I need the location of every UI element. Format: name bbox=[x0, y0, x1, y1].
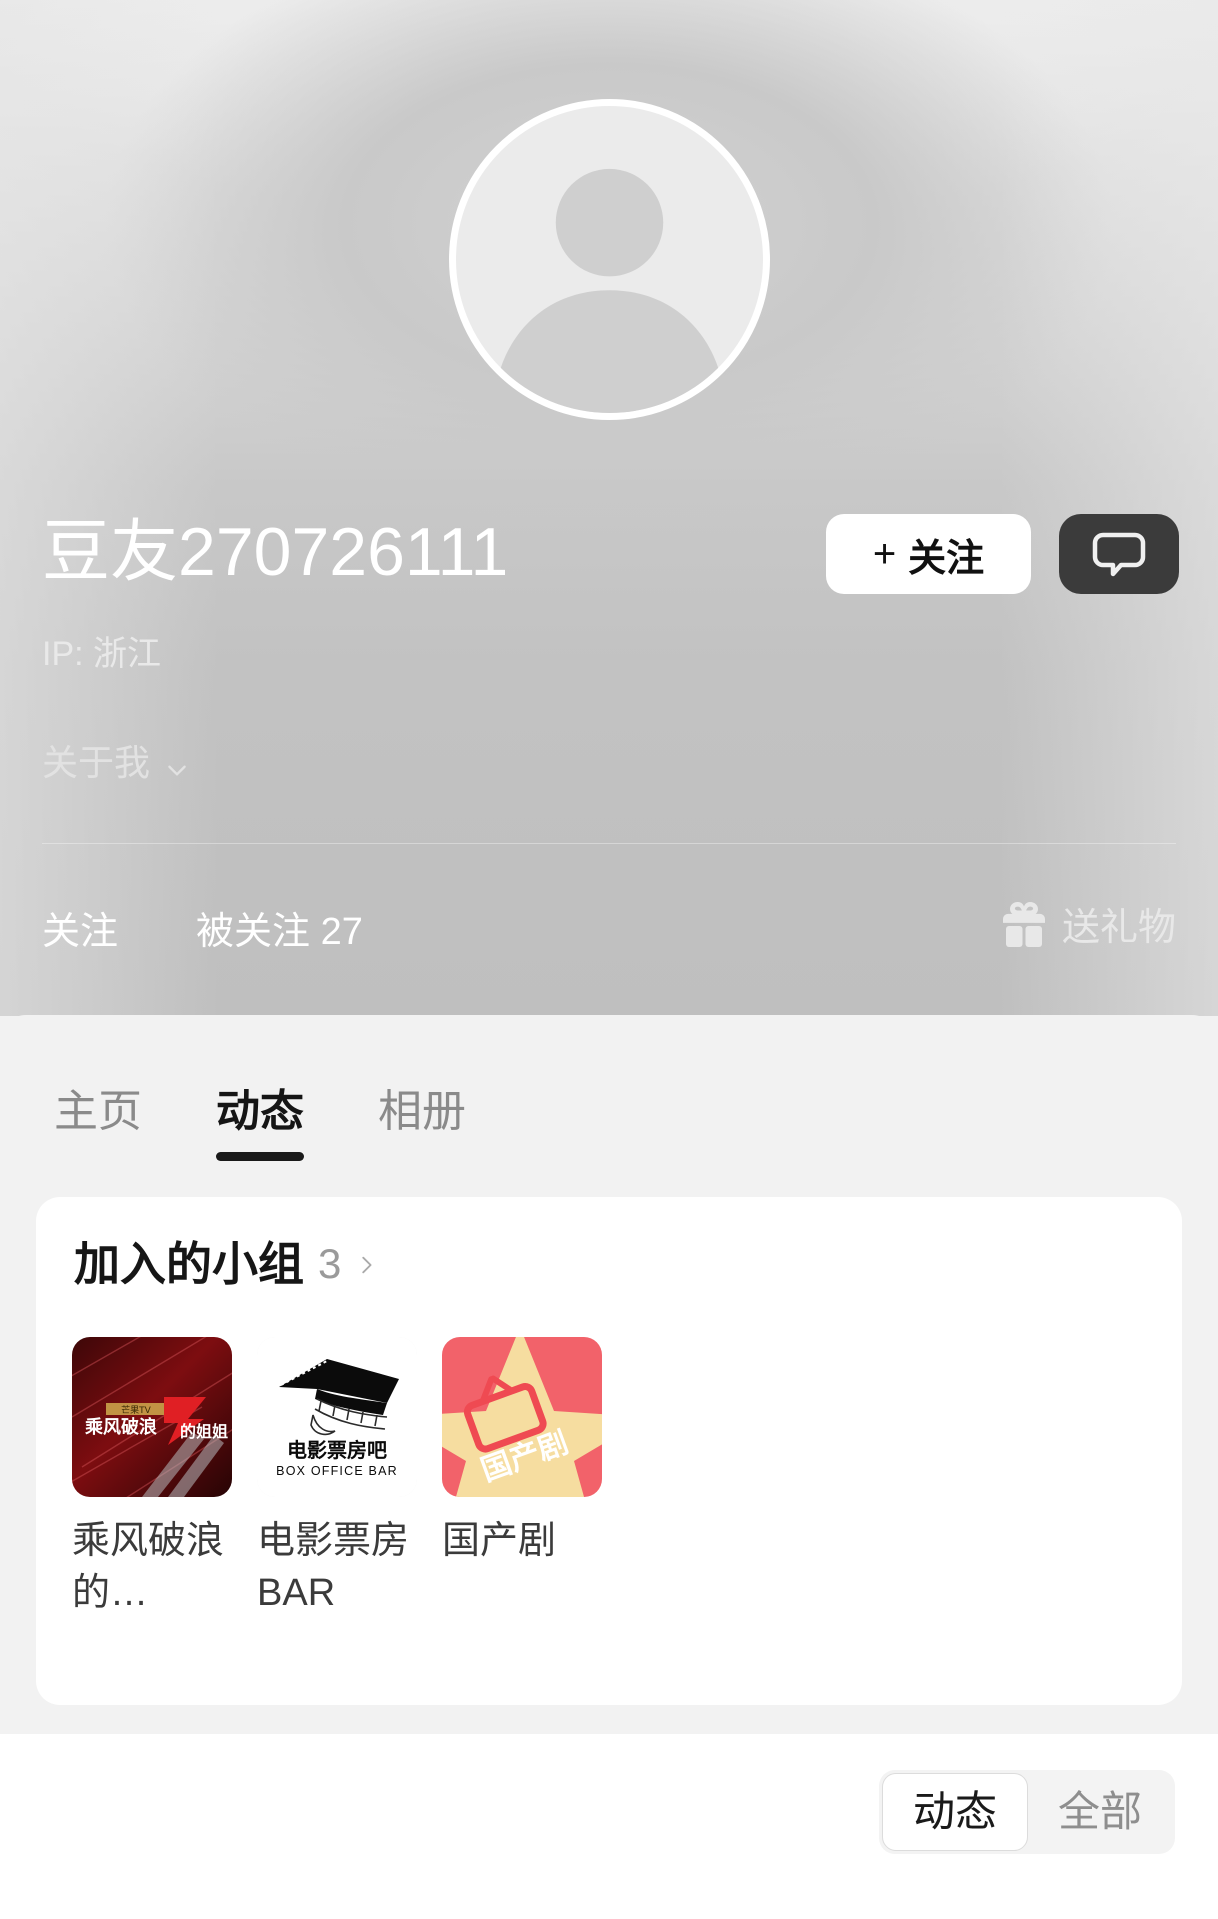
default-person-avatar-icon bbox=[495, 168, 724, 413]
filter-option-all[interactable]: 全部 bbox=[1028, 1774, 1172, 1850]
svg-text:芒果TV: 芒果TV bbox=[121, 1404, 151, 1416]
stat-followers[interactable]: 被关注 27 bbox=[196, 900, 363, 955]
message-button[interactable] bbox=[1059, 514, 1179, 594]
chat-bubble-icon bbox=[1092, 532, 1146, 577]
list-item[interactable]: 国产剧 国产剧 bbox=[442, 1337, 602, 1620]
divider bbox=[42, 843, 1176, 844]
profile-page: 豆友270726111 IP: 浙江 关于我 + 关注 关注 被关注 27 送礼… bbox=[0, 0, 1218, 1919]
follow-button-label: 关注 bbox=[908, 537, 985, 580]
joined-groups-header[interactable]: 加入的小组 3 bbox=[74, 1241, 377, 1287]
group-thumbnail[interactable]: 电影票房吧 BOX OFFICE BAR bbox=[257, 1337, 417, 1497]
stats-row: 关注 被关注 27 bbox=[42, 900, 363, 955]
list-item[interactable]: 芒果TV 乘风破浪 的姐姐 乘风破浪的… bbox=[72, 1337, 232, 1620]
page-title: 豆友270726111 bbox=[42, 514, 509, 590]
follow-button[interactable]: + 关注 bbox=[826, 514, 1031, 594]
joined-groups-count: 3 bbox=[318, 1240, 342, 1287]
filter-option-activity[interactable]: 动态 bbox=[881, 1773, 1028, 1851]
svg-text:电影票房吧: 电影票房吧 bbox=[287, 1438, 387, 1462]
tab-album[interactable]: 相册 bbox=[378, 1075, 466, 1161]
send-gift-label: 送礼物 bbox=[1061, 907, 1176, 949]
content-sheet: 主页 动态 相册 加入的小组 3 芒果TV 乘风破浪 的姐姐 乘风破浪的… 电影… bbox=[0, 1015, 1218, 1919]
feed-filter-segmented: 动态 全部 bbox=[878, 1770, 1175, 1854]
avatar-image[interactable] bbox=[449, 99, 770, 420]
avatar[interactable] bbox=[449, 99, 770, 420]
gift-box-icon bbox=[1002, 901, 1045, 947]
about-me-label: 关于我 bbox=[42, 742, 151, 783]
svg-text:BOX OFFICE BAR: BOX OFFICE BAR bbox=[276, 1464, 398, 1478]
joined-groups-list: 芒果TV 乘风破浪 的姐姐 乘风破浪的… 电影票房吧 BOX OFFICE BA… bbox=[72, 1337, 602, 1620]
group-name: 电影票房BAR bbox=[257, 1520, 410, 1615]
svg-text:的姐姐: 的姐姐 bbox=[180, 1422, 228, 1441]
send-gift-button[interactable]: 送礼物 bbox=[996, 896, 1176, 951]
group-thumbnail[interactable]: 国产剧 bbox=[442, 1337, 602, 1497]
tab-home[interactable]: 主页 bbox=[54, 1075, 142, 1161]
svg-text:乘风破浪: 乘风破浪 bbox=[84, 1416, 157, 1438]
group-name: 国产剧 bbox=[442, 1520, 557, 1562]
joined-groups-title: 加入的小组 bbox=[74, 1238, 304, 1290]
tab-activity[interactable]: 动态 bbox=[216, 1075, 304, 1161]
chevron-down-icon bbox=[164, 753, 190, 779]
about-me-toggle[interactable]: 关于我 bbox=[42, 745, 190, 781]
domestic-drama-tv-star: 国产剧 bbox=[442, 1337, 602, 1497]
group-thumbnail[interactable]: 芒果TV 乘风破浪 的姐姐 bbox=[72, 1337, 232, 1497]
list-item[interactable]: 电影票房吧 BOX OFFICE BAR 电影票房BAR bbox=[257, 1337, 417, 1620]
stat-following[interactable]: 关注 bbox=[42, 900, 118, 955]
profile-tabs: 主页 动态 相册 bbox=[54, 1075, 466, 1161]
chevron-right-icon bbox=[355, 1250, 377, 1278]
sisters-who-make-waves-7-poster: 芒果TV 乘风破浪 的姐姐 bbox=[72, 1337, 232, 1497]
group-name: 乘风破浪的… bbox=[72, 1520, 225, 1615]
feed-filter-bar: 动态 全部 bbox=[0, 1734, 1218, 1919]
plus-icon: + bbox=[872, 532, 897, 576]
joined-groups-card: 加入的小组 3 芒果TV 乘风破浪 的姐姐 乘风破浪的… 电影票房吧 BOX O… bbox=[36, 1197, 1182, 1705]
box-office-bar-film-strip: 电影票房吧 BOX OFFICE BAR bbox=[257, 1337, 417, 1497]
ip-location: IP: 浙江 bbox=[42, 635, 162, 673]
